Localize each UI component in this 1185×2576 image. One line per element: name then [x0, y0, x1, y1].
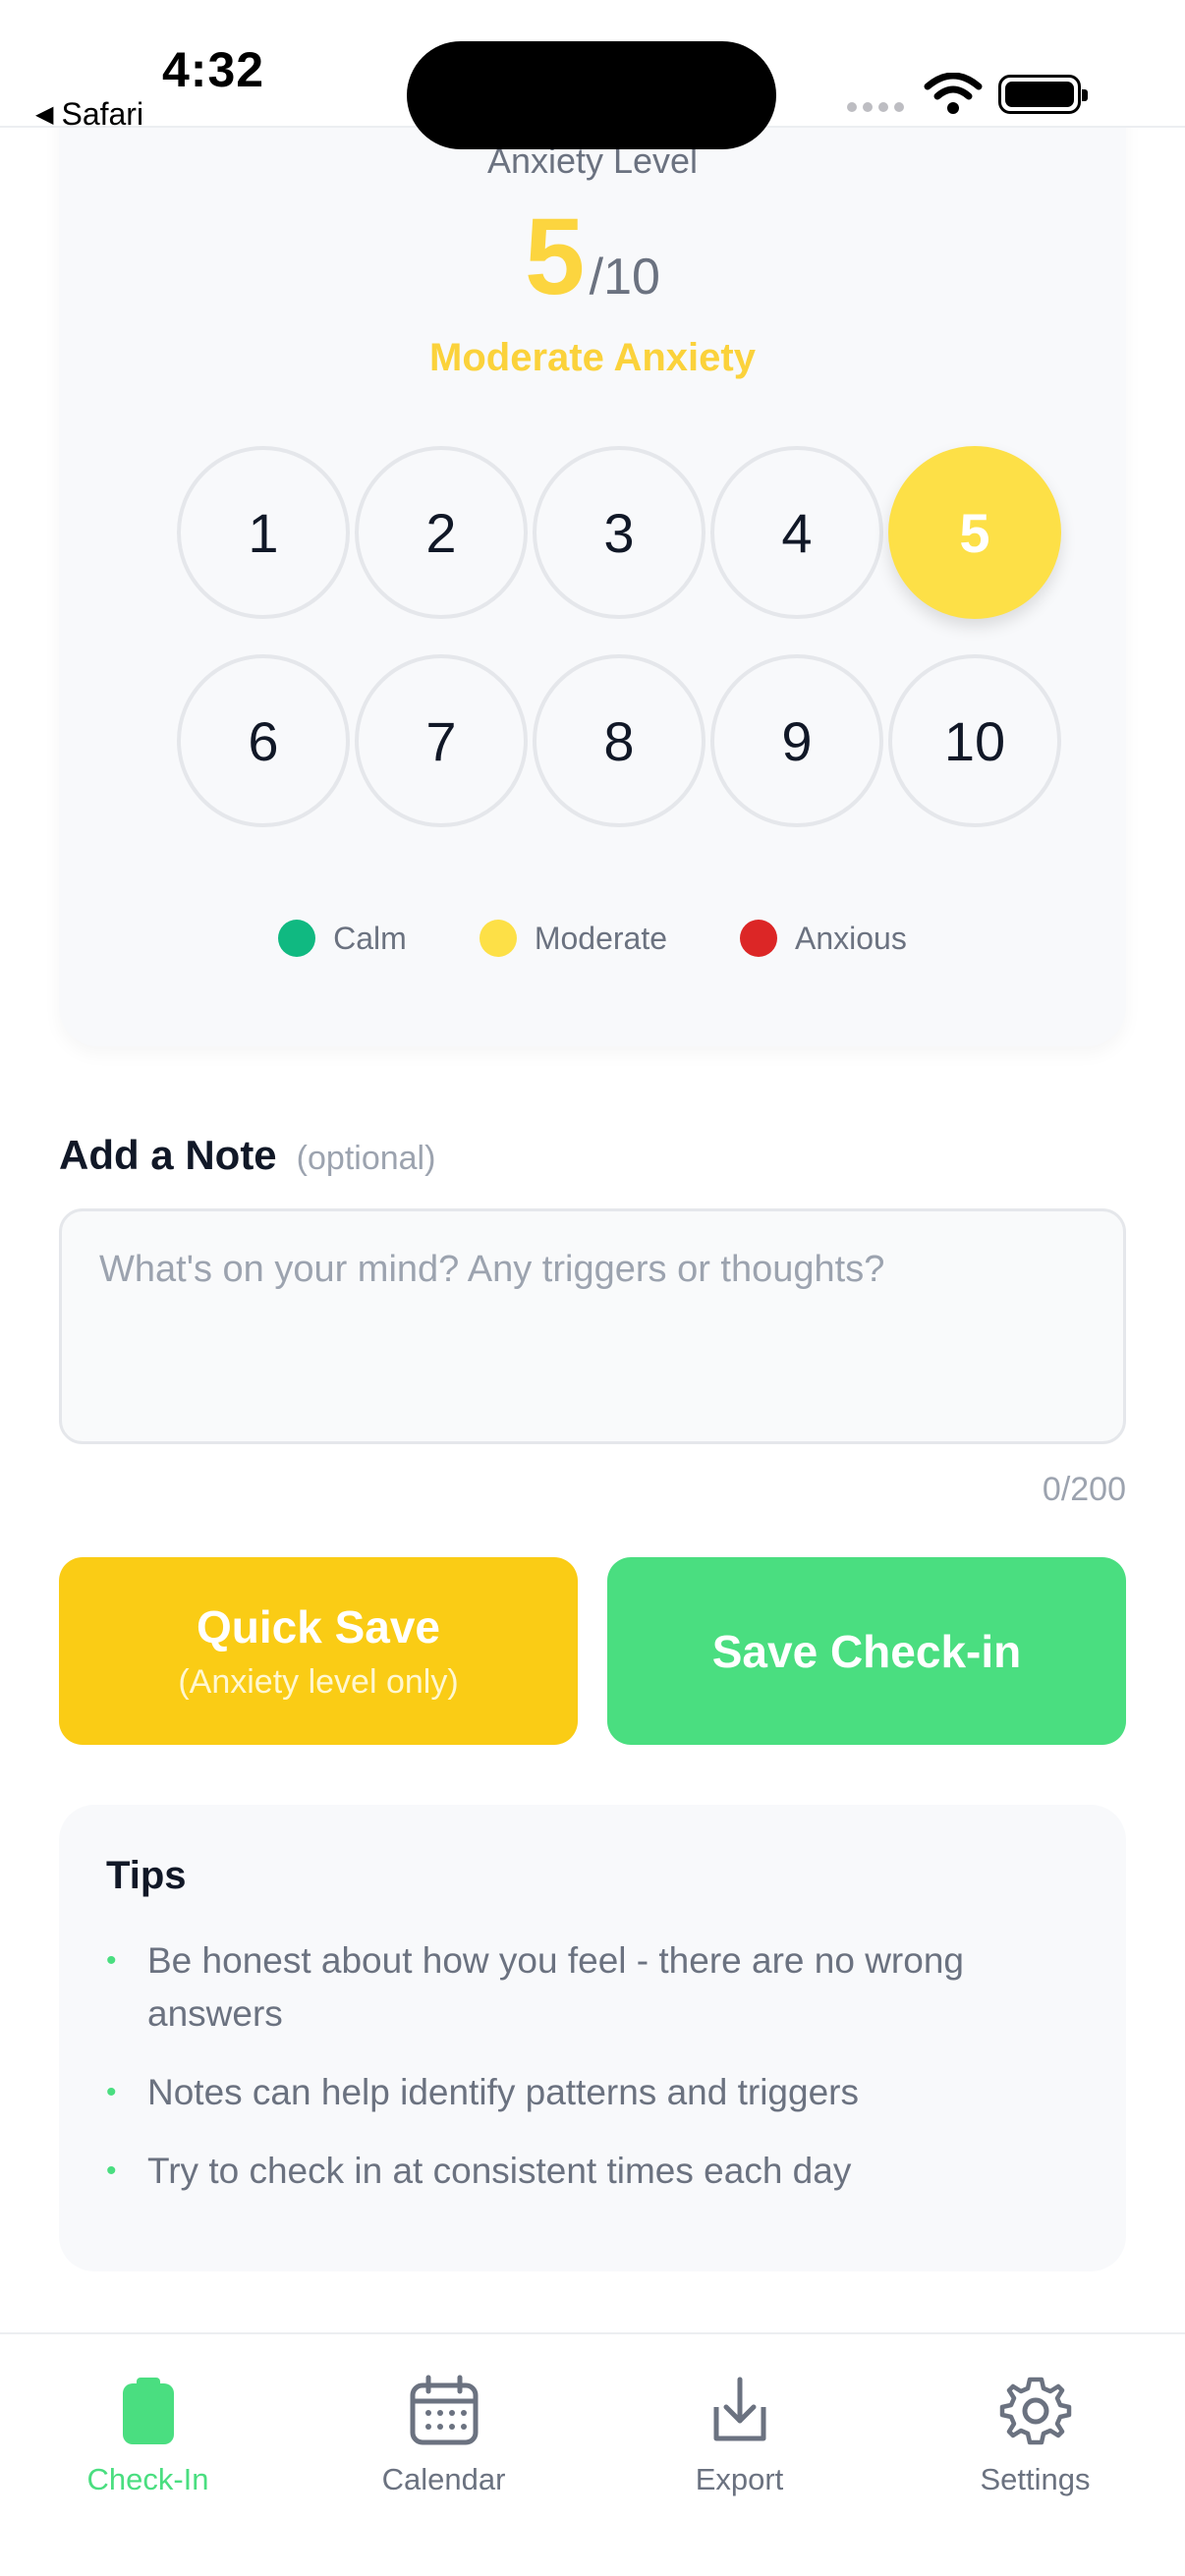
- download-icon: [713, 2377, 765, 2441]
- save-checkin-button[interactable]: Save Check-in: [607, 1557, 1126, 1745]
- tip-bullet-icon: •: [106, 2076, 117, 2108]
- note-char-count: 0/200: [1042, 1471, 1126, 1508]
- tip-item: • Try to check in at consistent times ea…: [106, 2145, 1089, 2198]
- anxiety-legend: Calm Moderate Anxious: [59, 920, 1126, 957]
- tips-list: • Be honest about how you feel - there a…: [106, 1934, 1089, 2223]
- tab-export[interactable]: Export: [592, 2354, 887, 2550]
- level-button-5[interactable]: 5: [888, 446, 1061, 619]
- tip-text: Try to check in at consistent times each…: [147, 2151, 852, 2191]
- status-bar: 4:32 ◀ Safari: [0, 0, 1185, 149]
- level-button-10[interactable]: 10: [888, 654, 1061, 827]
- tab-calendar[interactable]: Calendar: [296, 2354, 592, 2550]
- level-button-2[interactable]: 2: [355, 446, 528, 619]
- legend-dot-calm: [278, 920, 316, 957]
- back-to-safari-button[interactable]: ◀ Safari: [35, 96, 143, 133]
- tips-title: Tips: [106, 1854, 187, 1897]
- tip-bullet-icon: •: [106, 1944, 117, 1977]
- tip-text: Notes can help identify patterns and tri…: [147, 2072, 859, 2112]
- tab-label: Calendar: [381, 2462, 506, 2496]
- wifi-icon: [924, 73, 983, 114]
- note-optional-label: (optional): [296, 1140, 436, 1177]
- check-in-screen: 4:32 ◀ Safari Anxiety Level 5 /10 Modera…: [0, 0, 1185, 2576]
- tip-item: • Be honest about how you feel - there a…: [106, 1934, 1089, 2041]
- legend-item-moderate: Moderate: [479, 920, 667, 957]
- legend-item-calm: Calm: [278, 920, 407, 957]
- legend-dot-moderate: [479, 920, 517, 957]
- bottom-tab-bar: Check-In Calendar Export Settings: [0, 2332, 1185, 2576]
- battery-icon: [998, 75, 1088, 114]
- legend-dot-anxious: [740, 920, 777, 957]
- level-button-7[interactable]: 7: [355, 654, 528, 827]
- status-time: 4:32: [162, 42, 265, 97]
- gear-icon: [999, 2377, 1071, 2445]
- anxiety-scale: 1 2 3 4 5 6 7 8 9 10: [177, 446, 1065, 827]
- legend-label-moderate: Moderate: [534, 920, 667, 956]
- note-input[interactable]: [59, 1208, 1126, 1444]
- tab-check-in[interactable]: Check-In: [0, 2354, 296, 2550]
- dynamic-island: [407, 41, 776, 149]
- tab-label: Export: [695, 2462, 784, 2496]
- tab-settings[interactable]: Settings: [887, 2354, 1183, 2550]
- note-heading: Add a Note (optional): [59, 1132, 435, 1179]
- level-button-1[interactable]: 1: [177, 446, 350, 619]
- legend-item-anxious: Anxious: [740, 920, 907, 957]
- anxiety-level-label: Moderate Anxiety: [429, 336, 756, 379]
- quick-save-sublabel: (Anxiety level only): [178, 1663, 459, 1701]
- level-button-4[interactable]: 4: [710, 446, 883, 619]
- legend-label-anxious: Anxious: [795, 920, 907, 956]
- level-button-8[interactable]: 8: [533, 654, 705, 827]
- back-label: Safari: [61, 96, 144, 132]
- clipboard-icon: [122, 2378, 174, 2444]
- calendar-icon: [410, 2375, 478, 2445]
- tip-item: • Notes can help identify patterns and t…: [106, 2066, 1089, 2119]
- tip-bullet-icon: •: [106, 2155, 117, 2187]
- tab-label: Settings: [980, 2462, 1091, 2496]
- anxiety-level-number: 5: [525, 196, 586, 317]
- note-title: Add a Note: [59, 1132, 277, 1178]
- back-arrow-icon: ◀: [35, 101, 54, 128]
- cellular-signal-icon: [847, 102, 904, 112]
- anxiety-level-value: 5 /10: [59, 195, 1126, 319]
- quick-save-label: Quick Save: [196, 1601, 441, 1652]
- level-button-9[interactable]: 9: [710, 654, 883, 827]
- level-button-3[interactable]: 3: [533, 446, 705, 619]
- anxiety-level-card: Anxiety Level 5 /10 Moderate Anxiety 1 2…: [59, 79, 1126, 1046]
- legend-label-calm: Calm: [333, 920, 407, 956]
- tab-label: Check-In: [86, 2462, 209, 2496]
- tips-card: Tips • Be honest about how you feel - th…: [59, 1805, 1126, 2271]
- save-checkin-label: Save Check-in: [711, 1625, 1022, 1677]
- quick-save-button[interactable]: Quick Save (Anxiety level only): [59, 1557, 578, 1745]
- tip-text: Be honest about how you feel - there are…: [147, 1940, 964, 2034]
- level-button-6[interactable]: 6: [177, 654, 350, 827]
- anxiety-level-max: /10: [589, 249, 660, 306]
